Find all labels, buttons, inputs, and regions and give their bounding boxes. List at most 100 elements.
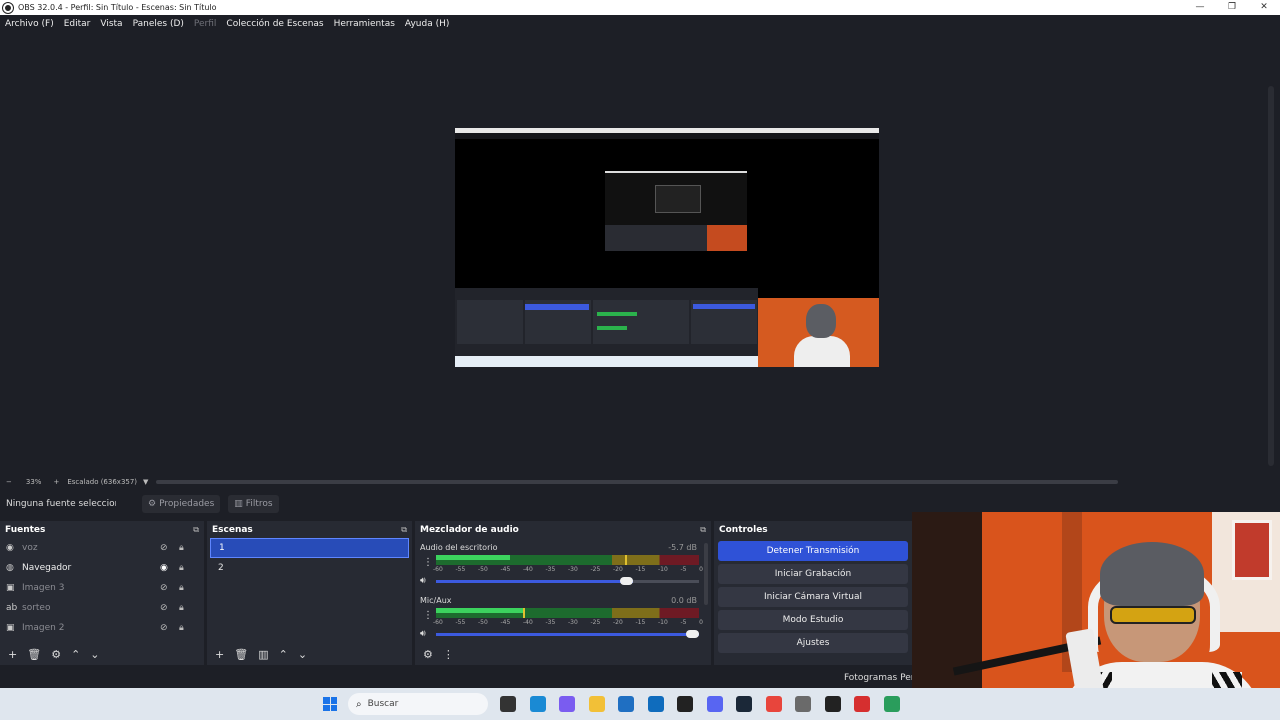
obs-icon[interactable] xyxy=(824,696,841,712)
undock-icon[interactable]: ⧉ xyxy=(700,525,706,535)
source-label: Navegador xyxy=(22,563,72,573)
source-properties-icon[interactable]: ⚙ xyxy=(51,648,61,661)
source-item[interactable]: ◉ voz ⊘ 🔒︎ xyxy=(0,538,204,558)
greenshot-icon[interactable] xyxy=(883,696,900,712)
chrome-icon[interactable] xyxy=(765,696,782,712)
channel-menu-icon[interactable]: ⋮ xyxy=(423,557,433,568)
menu-archivo[interactable]: Archivo (F) xyxy=(5,19,54,29)
scene-item[interactable]: 2 xyxy=(210,558,409,578)
discord-icon[interactable] xyxy=(706,696,723,712)
volume-knob[interactable] xyxy=(686,630,699,638)
source-label: voz xyxy=(22,543,38,553)
menu-coleccion-escenas[interactable]: Colección de Escenas xyxy=(226,19,323,29)
channel-menu-icon[interactable]: ⋮ xyxy=(423,610,433,621)
volume-knob[interactable] xyxy=(620,577,634,585)
store-icon[interactable] xyxy=(618,696,634,712)
gear-icon: ⚙ xyxy=(148,498,157,509)
task-view-icon[interactable] xyxy=(500,696,516,712)
menu-ayuda[interactable]: Ayuda (H) xyxy=(405,19,449,29)
properties-button[interactable]: ⚙ Propiedades xyxy=(142,494,221,513)
scale-tick: -55 xyxy=(455,619,466,626)
volume-slider[interactable] xyxy=(436,630,699,638)
taskbar-search[interactable]: ⌕ Buscar xyxy=(348,693,488,715)
start-recording-button[interactable]: Iniciar Grabación xyxy=(718,564,908,584)
source-item[interactable]: ▣ Imagen 3 ⊘ 🔒︎ xyxy=(0,578,204,598)
close-button[interactable]: ✕ xyxy=(1248,0,1280,15)
scale-tick: -50 xyxy=(478,566,488,573)
edge-icon[interactable] xyxy=(529,696,546,712)
lock-icon[interactable]: 🔒︎ xyxy=(179,583,184,593)
scale-tick: -35 xyxy=(545,566,556,573)
lock-icon[interactable]: 🔒︎ xyxy=(179,603,184,613)
speaker-icon[interactable]: 🔊︎ xyxy=(420,629,426,639)
mixer-menu-icon[interactable]: ⋮ xyxy=(443,648,454,661)
menu-perfil: Perfil xyxy=(193,19,217,29)
scale-mode-dropdown[interactable]: ▼ xyxy=(143,478,148,486)
scene-label: 2 xyxy=(218,563,224,573)
no-source-label: Ninguna fuente seleccionada xyxy=(6,498,116,509)
preview-horizontal-scrollbar[interactable] xyxy=(156,480,1118,484)
lock-icon[interactable]: 🔒︎ xyxy=(179,563,184,573)
add-scene-icon[interactable]: + xyxy=(215,648,224,661)
remove-scene-icon[interactable]: 🗑︎ xyxy=(234,648,248,661)
scale-tick: -55 xyxy=(455,566,466,573)
add-source-icon[interactable]: + xyxy=(8,648,17,661)
menu-editar[interactable]: Editar xyxy=(64,19,91,29)
zoom-in-button[interactable]: + xyxy=(53,478,59,486)
meter-scale: -60 -55 -50 -45 -40 -35 -30 -25 -20 -15 -10 -5 0 xyxy=(433,566,703,573)
advanced-audio-icon[interactable]: ⚙ xyxy=(423,648,433,661)
steam-icon[interactable] xyxy=(736,696,752,712)
studio-mode-button[interactable]: Modo Estudio xyxy=(718,610,908,630)
filters-button[interactable]: ▥ Filtros xyxy=(228,494,279,513)
scene-item[interactable]: 1 xyxy=(210,538,409,558)
menu-vista[interactable]: Vista xyxy=(100,19,122,29)
scene-label: 1 xyxy=(219,543,225,553)
eye-hidden-icon[interactable]: ⊘ xyxy=(160,543,168,553)
mixer-scrollbar[interactable] xyxy=(704,543,708,605)
file-explorer-icon[interactable] xyxy=(588,696,605,712)
menu-paneles[interactable]: Paneles (D) xyxy=(133,19,184,29)
window-title: OBS 32.0.4 - Perfil: Sin Título - Escena… xyxy=(18,3,217,12)
source-item[interactable]: ◍ Navegador ◉ 🔒︎ xyxy=(0,558,204,578)
source-item[interactable]: ab sorteo ⊘ 🔒︎ xyxy=(0,598,204,618)
windows-taskbar: ⌕ Buscar xyxy=(0,688,1280,720)
eye-icon[interactable]: ◉ xyxy=(160,563,168,573)
preview-vertical-scrollbar[interactable] xyxy=(1268,86,1274,466)
browser-icon: ◍ xyxy=(6,563,14,573)
source-item[interactable]: ▣ Imagen 2 ⊘ 🔒︎ xyxy=(0,618,204,638)
recorder-icon[interactable] xyxy=(854,696,870,712)
sticky-notes-icon[interactable] xyxy=(677,696,693,712)
webcam-glasses xyxy=(1110,606,1196,624)
eye-hidden-icon[interactable]: ⊘ xyxy=(160,603,168,613)
move-down-icon[interactable]: ⌄ xyxy=(90,648,99,661)
maximize-button[interactable]: ❐ xyxy=(1216,0,1248,15)
lock-icon[interactable]: 🔒︎ xyxy=(179,543,184,553)
channel-name: Mic/Aux xyxy=(420,596,452,605)
settings-button[interactable]: Ajustes xyxy=(718,633,908,653)
stop-streaming-button[interactable]: Detener Transmisión xyxy=(718,541,908,561)
image-icon: ▣ xyxy=(6,583,15,593)
program-preview-canvas[interactable] xyxy=(455,128,879,367)
move-down-icon[interactable]: ⌄ xyxy=(298,648,307,661)
move-up-icon[interactable]: ⌃ xyxy=(71,648,80,661)
scale-tick: -40 xyxy=(523,566,533,573)
volume-slider[interactable] xyxy=(436,577,699,585)
windows-start-icon[interactable] xyxy=(323,697,337,711)
scale-tick: -10 xyxy=(658,566,668,573)
start-virtual-camera-button[interactable]: Iniciar Cámara Virtual xyxy=(718,587,908,607)
undock-icon[interactable]: ⧉ xyxy=(401,525,407,535)
zoom-out-button[interactable]: − xyxy=(6,478,12,486)
outlook-icon[interactable] xyxy=(647,696,664,712)
menu-herramientas[interactable]: Herramientas xyxy=(334,19,395,29)
eye-hidden-icon[interactable]: ⊘ xyxy=(160,583,168,593)
undock-icon[interactable]: ⧉ xyxy=(193,525,199,535)
move-up-icon[interactable]: ⌃ xyxy=(279,648,288,661)
speaker-icon[interactable]: 🔊︎ xyxy=(420,576,426,586)
lock-icon[interactable]: 🔒︎ xyxy=(179,623,184,633)
settings-icon[interactable] xyxy=(795,696,811,712)
remove-source-icon[interactable]: 🗑︎ xyxy=(27,648,41,661)
scene-filters-icon[interactable]: ▥ xyxy=(258,648,268,661)
eye-hidden-icon[interactable]: ⊘ xyxy=(160,623,168,633)
copilot-icon[interactable] xyxy=(559,696,575,712)
minimize-button[interactable]: — xyxy=(1184,0,1216,15)
